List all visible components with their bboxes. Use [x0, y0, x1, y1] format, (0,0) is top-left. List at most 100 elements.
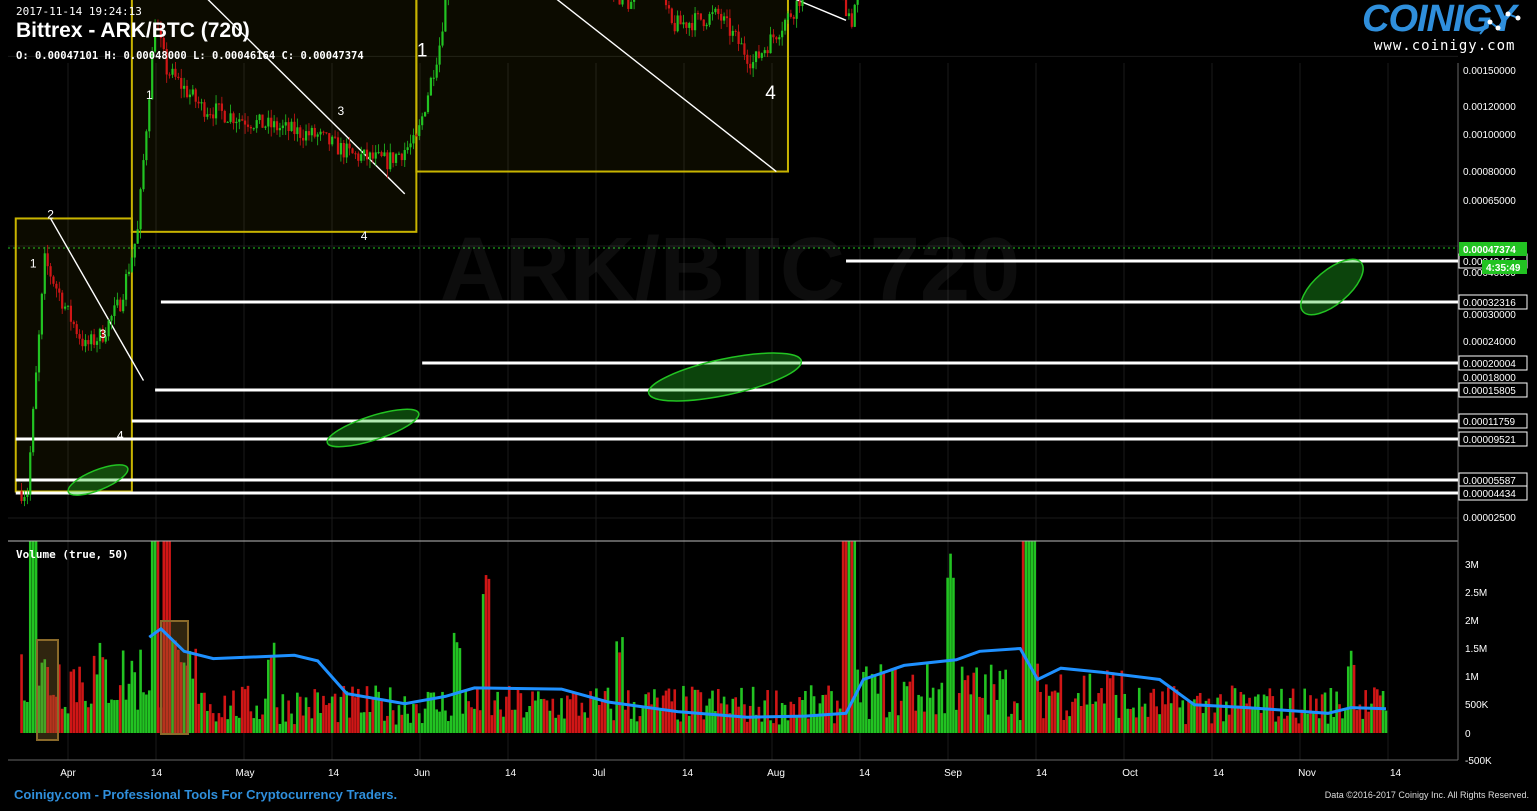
volume-bar — [95, 674, 99, 733]
candle-body — [232, 113, 235, 124]
volume-bar — [658, 709, 662, 733]
volume-bar — [510, 709, 514, 733]
volume-bar — [626, 690, 630, 733]
candle-body — [258, 114, 261, 121]
volume-bar — [1227, 714, 1231, 733]
volume-bar — [1216, 697, 1219, 733]
volume-bar — [1047, 695, 1051, 733]
volume-bar — [679, 721, 682, 733]
price-volume-chart[interactable]: ARK/BTC 720 1234123412341234 Apr14May14J… — [0, 0, 1537, 811]
ohlc-readout: O: 0.00047101 H: 0.00048000 L: 0.0004616… — [16, 50, 364, 62]
volume-bar — [1074, 698, 1077, 733]
candle-body — [664, 0, 668, 6]
price-level-label: 0.00009521 — [1463, 435, 1516, 446]
candle-body — [667, 5, 671, 9]
volume-bar — [1161, 691, 1164, 733]
volume-bar — [1140, 706, 1144, 733]
logo-url: www.coinigy.com — [1374, 38, 1516, 54]
candle-body — [40, 293, 43, 335]
volume-bar — [217, 713, 221, 733]
volume-bar — [354, 697, 357, 733]
volume-bar — [1352, 664, 1356, 733]
volume-bar — [1210, 723, 1214, 733]
candle-body — [296, 127, 299, 135]
volume-bar — [1013, 701, 1016, 733]
volume-bar — [118, 685, 122, 733]
volume-bar — [545, 700, 549, 733]
candle-body — [365, 149, 369, 160]
volume-bar — [844, 541, 848, 733]
volume-bar — [783, 704, 787, 733]
volume-bar — [365, 686, 369, 733]
countdown-label: 4:35:49 — [1486, 263, 1521, 274]
candle-body — [122, 299, 125, 312]
candle-body — [853, 4, 856, 27]
volume-bar — [1346, 666, 1350, 733]
candle-body — [217, 103, 221, 105]
candle-body — [319, 131, 322, 135]
volume-bar — [507, 685, 511, 733]
volume-bar — [1094, 701, 1097, 733]
candle-body — [740, 43, 743, 45]
volume-bar — [989, 664, 993, 733]
candle-body — [749, 63, 752, 69]
x-tick-label: 14 — [1390, 768, 1402, 779]
candle-body — [856, 0, 859, 5]
volume-bar — [246, 685, 250, 733]
volume-bar — [1236, 705, 1240, 733]
volume-bar — [1042, 718, 1045, 733]
candle-body — [772, 34, 775, 38]
volume-bar — [806, 718, 810, 733]
candle-body — [214, 103, 218, 119]
volume-bar — [1106, 670, 1109, 733]
candle-body — [284, 122, 287, 126]
x-tick-label: Jul — [593, 768, 606, 779]
candle-body — [682, 22, 685, 25]
volume-bar — [110, 699, 113, 733]
candle-body — [717, 8, 720, 14]
price-level-label: 0.00005587 — [1463, 476, 1516, 487]
volume-bar — [528, 705, 531, 733]
volume-bar — [1103, 703, 1106, 733]
volume-bar — [368, 712, 372, 733]
volume-bar — [1175, 689, 1179, 733]
footer-tagline[interactable]: Coinigy.com - Professional Tools For Cry… — [14, 787, 397, 802]
volume-bar — [1254, 696, 1257, 733]
volume-bar — [873, 674, 877, 733]
volume-bar — [269, 656, 273, 733]
volume-bar — [1056, 692, 1060, 733]
candle-body — [203, 102, 206, 117]
volume-bar — [322, 695, 325, 733]
volume-bar — [284, 721, 288, 733]
volume-bar — [208, 704, 212, 733]
volume-bar — [690, 686, 694, 733]
volume-bar — [1137, 687, 1141, 733]
volume-bar — [656, 697, 659, 733]
candle-body — [783, 19, 787, 31]
candle-body — [746, 54, 749, 64]
candle-body — [177, 76, 180, 78]
volume-bar — [191, 678, 195, 733]
volume-bar — [264, 698, 267, 733]
candle-body — [75, 324, 78, 335]
volume-bar — [1088, 673, 1092, 733]
volume-bar — [606, 687, 610, 733]
candle-body — [798, 0, 801, 7]
volume-bar — [330, 696, 334, 733]
volume-bar — [522, 717, 526, 733]
volume-bar — [1344, 707, 1347, 733]
candle-body — [229, 113, 232, 122]
volume-bar — [926, 663, 929, 733]
candle-body — [183, 85, 186, 89]
volume-bar — [1367, 711, 1370, 733]
volume-bar — [1172, 686, 1176, 733]
volume-bar — [336, 722, 340, 733]
candle-body — [148, 99, 151, 132]
volume-bar — [293, 724, 296, 733]
volume-bar — [1001, 679, 1005, 733]
volume-bar — [1326, 723, 1330, 733]
volume-bar — [1021, 541, 1025, 733]
candle-body — [281, 125, 284, 129]
coinigy-logo[interactable]: COINIGY www.coinigy.com — [1360, 0, 1530, 60]
volume-bar — [145, 694, 148, 733]
